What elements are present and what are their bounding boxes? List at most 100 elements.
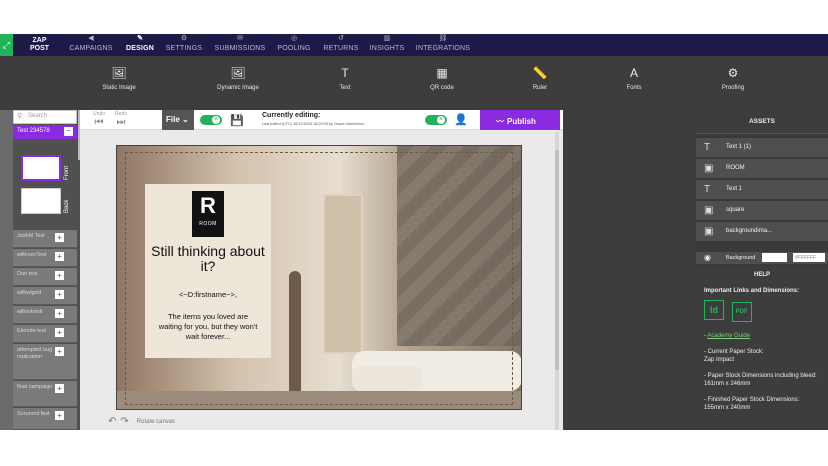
list-item-label: Sorunont fest [17,411,50,417]
image-icon: ▣ [704,226,714,237]
logo-letter: R [200,193,216,218]
logo[interactable]: ZAP POST [30,37,49,53]
tool-qr-code[interactable]: ▦ QR code [402,66,482,91]
proofing-icon: ⚙ [727,66,739,80]
help-panel: HELP Important Links and Dimensions: Id … [696,266,828,430]
body-text[interactable]: The items you loved are waiting for you,… [157,312,259,342]
asset-item[interactable]: T Text 1 [696,180,828,200]
undo-button[interactable]: Undo ⏮ [92,111,106,128]
toggle-switch[interactable] [200,115,222,125]
add-icon[interactable]: + [55,271,64,280]
finished-row: - Finished Paper Stock Dimensions: 155mm … [704,396,820,412]
room-logo[interactable]: R ROOM [192,191,224,237]
add-icon[interactable]: + [55,233,64,242]
tool-fonts-label: Fonts [626,85,642,91]
tool-static-image[interactable]: 🖼 Static Image [79,66,159,91]
publish-label: Publish [507,117,536,126]
image-icon: ▣ [704,163,714,174]
asset-item[interactable]: ▣ ROOM [696,159,828,179]
indesign-icon[interactable]: Id [704,300,724,320]
logo-top-text: ZAP [32,37,47,44]
text-card[interactable]: R ROOM Still thinking about it? <~D:firs… [145,184,271,358]
nav-settings[interactable]: ⚙ SETTINGS [164,34,204,56]
publish-button[interactable]: 〰 Publish [480,110,560,130]
file-menu-button[interactable]: File ⌄ [162,110,194,130]
asset-label: ROOM [726,165,745,171]
nav-integrations[interactable]: ⛓ INTEGRATIONS [414,34,472,56]
tool-text[interactable]: T Text [305,66,385,91]
asset-item[interactable]: T Text 1 (1) [696,138,828,158]
back-thumbnail[interactable] [21,188,61,214]
list-item[interactable]: Dan test + [13,268,77,286]
add-icon[interactable]: + [55,411,64,420]
search-icon: ⚲ [17,113,23,120]
design-canvas[interactable]: R ROOM Still thinking about it? <~D:firs… [116,145,522,410]
integrations-icon: ⛓ [438,35,448,42]
undo-icon: ⏮ [94,117,104,128]
academy-guide-link[interactable]: Academy Guide [707,333,750,339]
nav-insights[interactable]: ▥ INSIGHTS [368,34,406,56]
tool-proofing[interactable]: ⚙ Proofing [693,66,773,91]
text-icon: T [704,184,711,195]
nav-campaigns[interactable]: ◀ CAMPAIGNS [68,34,114,56]
canvas-scrollbar-thumb[interactable] [555,150,559,370]
nav-pooling[interactable]: ◎ POOLING [274,34,314,56]
tool-ruler-label: Ruler [532,85,548,91]
toggle-switch[interactable] [425,115,447,125]
tool-fonts[interactable]: A Fonts [594,66,674,91]
background-hex-input[interactable]: #FFFFFF [793,253,825,262]
asset-label: backgroundima... [726,228,773,234]
add-icon[interactable]: + [55,309,64,318]
user-icon[interactable]: 👤 [454,113,468,126]
image-icon: 🖼 [111,66,127,80]
list-item[interactable]: JoshM Test + [13,230,77,248]
list-item[interactable]: willwdgrtd + [13,287,77,305]
rotate-canvas-label[interactable]: Rotate canvas [137,419,175,425]
background-row[interactable]: ◉ Background #FFFFFF [696,252,828,264]
add-icon[interactable]: + [55,347,64,356]
tool-ruler[interactable]: 📏 Ruler [500,66,580,91]
list-item[interactable]: final campaign + [13,381,77,407]
headline-text[interactable]: Still thinking about it? [145,244,271,274]
logo-bottom-text: POST [30,45,50,52]
left-strip [0,110,13,430]
search-placeholder: Search [28,113,48,119]
background-swatch[interactable] [762,253,787,262]
tool-dynamic-image[interactable]: 🖼 Dynamic Image [198,66,278,91]
nav-design[interactable]: ✎ DESIGN [122,34,158,56]
search-input[interactable]: ⚲ Search [13,110,77,124]
redo-button[interactable]: Redo ⏭ [114,111,128,128]
background-label: Background [726,255,756,261]
add-icon[interactable]: + [55,384,64,393]
add-icon[interactable]: + [55,252,64,261]
dynamic-image-icon: 🖼 [230,66,246,80]
assets-header: ASSETS [696,110,828,134]
list-item[interactable]: willcoecTest + [13,249,77,267]
test-badge[interactable]: Test 234578 − [13,125,77,139]
nav-campaigns-label: CAMPAIGNS [69,45,113,52]
add-icon[interactable]: + [55,328,64,337]
expand-icon[interactable]: ⤢ [0,34,13,56]
paper-stock-row: - Current Paper Stock: Zap Impact [704,348,820,364]
design-icon: ✎ [137,35,143,42]
rotate-right-icon[interactable]: ↷ [120,416,128,427]
list-item[interactable]: Sorunont fest + [13,408,77,430]
bleed-label: - Paper Stock Dimensions including bleed… [704,373,817,379]
nav-returns[interactable]: ↺ RETURNS [320,34,362,56]
rotate-left-icon[interactable]: ↶ [108,416,116,427]
tool-proofing-label: Proofing [721,85,745,91]
save-icon[interactable]: 💾 [230,114,244,127]
list-item[interactable]: attempted bug replication + [13,344,77,380]
nav-submissions[interactable]: ✉ SUBMISSIONS [212,34,268,56]
collapse-icon[interactable]: − [64,127,73,136]
chevron-down-icon: ⌄ [182,115,189,124]
firstname-merge-tag[interactable]: <~D:firstname~>, [145,290,271,299]
list-item[interactable]: Elenote test + [13,325,77,343]
pdf-icon[interactable]: PDF [731,302,752,322]
qr-code-icon: ▦ [436,66,448,80]
add-icon[interactable]: + [55,290,64,299]
asset-item[interactable]: ▣ square [696,201,828,221]
front-thumbnail[interactable] [21,155,61,181]
asset-item[interactable]: ▣ backgroundima... [696,222,828,242]
list-item[interactable]: willoobsolt + [13,306,77,324]
